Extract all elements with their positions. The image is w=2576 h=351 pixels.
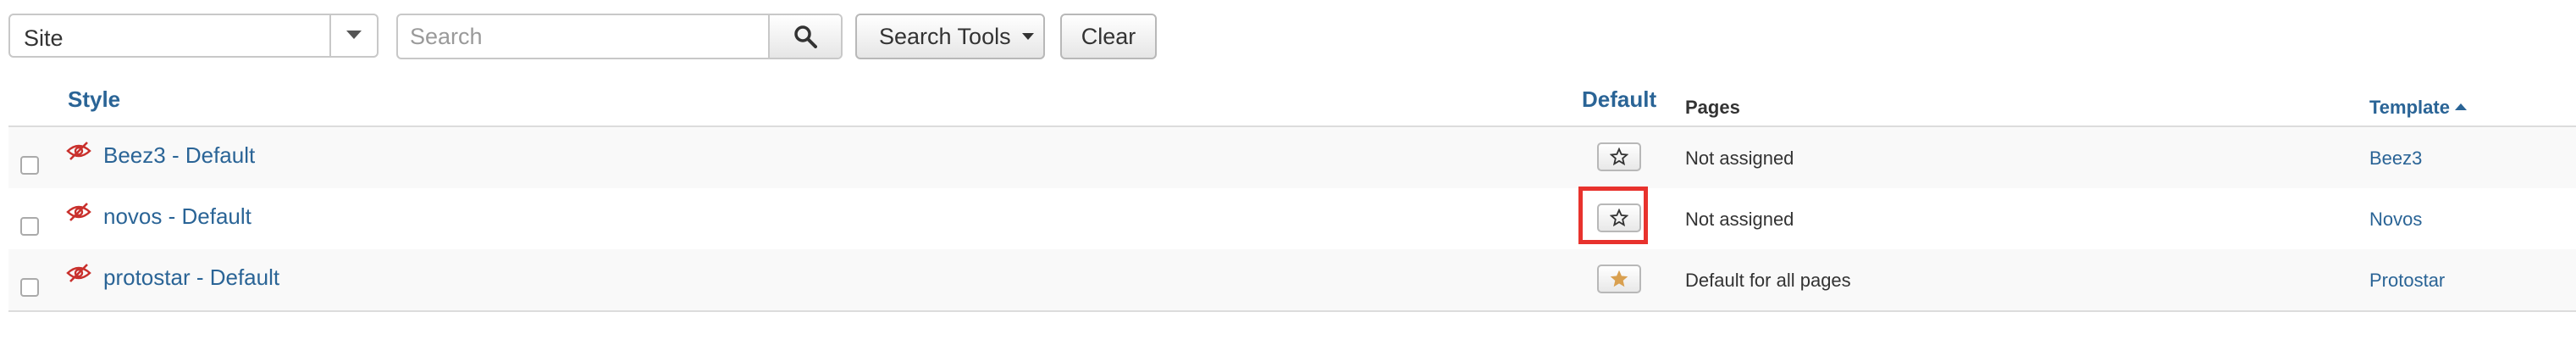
template-link[interactable]: Novos <box>2369 209 2422 231</box>
client-select[interactable]: Site <box>8 14 379 58</box>
eye-slash-icon <box>66 264 91 282</box>
filter-toolbar: Site Search Tools Clear <box>0 0 2576 76</box>
pages-assignment: Default for all pages <box>1685 270 1851 291</box>
set-default-button[interactable] <box>1597 203 1641 232</box>
star-empty-icon <box>1610 148 1628 166</box>
star-empty-icon <box>1610 209 1628 227</box>
caret-down-icon <box>346 31 362 39</box>
eye-slash-icon <box>66 203 91 221</box>
column-header-default[interactable]: Default <box>1582 86 1656 113</box>
table-header: Style Default Pages Template <box>8 76 2576 127</box>
column-header-template-label: Template <box>2369 97 2450 118</box>
style-name-link[interactable]: protostar - Default <box>103 265 279 291</box>
sort-ascending-icon <box>2454 103 2467 111</box>
table-row: protostar - Default Default for all page… <box>8 249 2576 312</box>
pages-assignment: Not assigned <box>1685 148 1794 169</box>
search-tools-label: Search Tools <box>879 24 1011 49</box>
style-name-link[interactable]: novos - Default <box>103 203 252 230</box>
client-select-toggle[interactable] <box>329 15 377 56</box>
star-filled-icon <box>1610 270 1628 287</box>
template-link[interactable]: Beez3 <box>2369 148 2422 170</box>
search-icon <box>794 25 817 48</box>
search-group <box>396 14 843 59</box>
column-header-style[interactable]: Style <box>68 86 120 113</box>
row-checkbox[interactable] <box>20 278 39 297</box>
table-row: novos - Default Not assigned Novos <box>8 188 2576 251</box>
table-row: Beez3 - Default Not assigned Beez3 <box>8 127 2576 190</box>
pages-assignment: Not assigned <box>1685 209 1794 230</box>
caret-down-icon <box>1022 32 1035 40</box>
clear-button[interactable]: Clear <box>1060 14 1157 59</box>
search-button[interactable] <box>768 15 841 58</box>
search-input[interactable] <box>398 15 771 58</box>
row-checkbox[interactable] <box>20 217 39 236</box>
style-name-link[interactable]: Beez3 - Default <box>103 142 255 169</box>
search-tools-button[interactable]: Search Tools <box>855 14 1045 59</box>
set-default-button[interactable] <box>1597 142 1641 171</box>
client-select-value: Site <box>24 25 64 51</box>
template-link[interactable]: Protostar <box>2369 270 2445 292</box>
default-indicator-button[interactable] <box>1597 265 1641 293</box>
row-checkbox[interactable] <box>20 156 39 175</box>
column-header-pages: Pages <box>1685 97 1740 118</box>
eye-slash-icon <box>66 142 91 160</box>
column-header-template[interactable]: Template <box>2369 97 2467 119</box>
